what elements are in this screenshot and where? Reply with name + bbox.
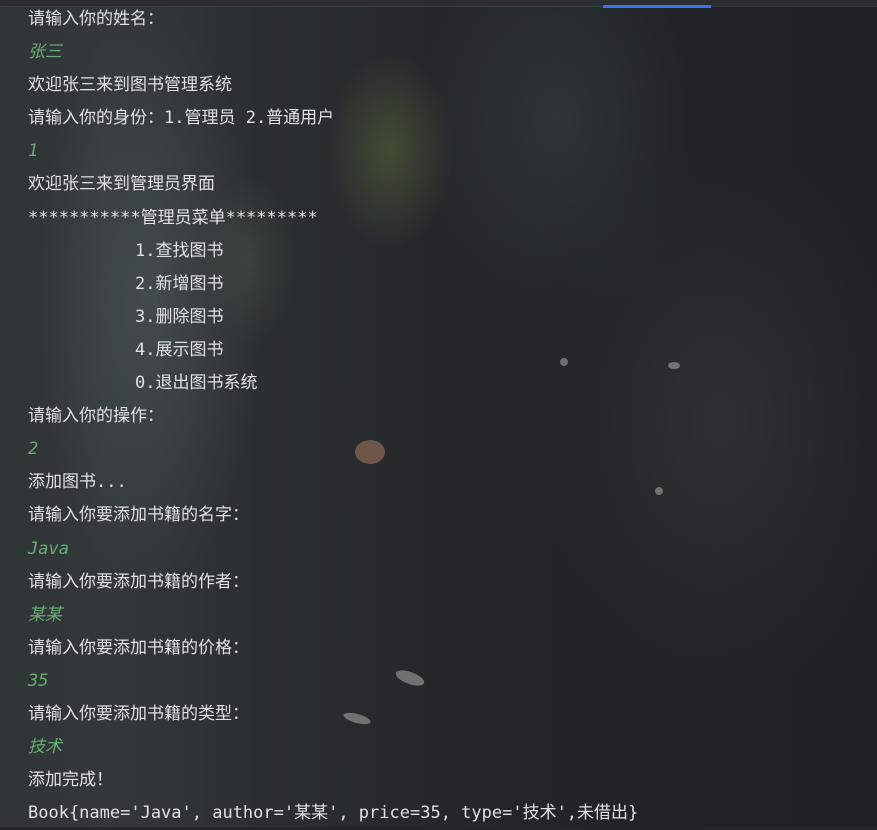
console-line-prompt-operation: 请输入你的操作：: [28, 406, 164, 427]
console-line-user-input: 技术: [28, 737, 62, 758]
console-line-complete: 添加完成！: [28, 770, 113, 791]
console-line-menu-header: ***********管理员菜单*********: [28, 207, 318, 228]
console-line-user-input: 某某: [28, 604, 62, 625]
run-console-output[interactable]: 请输入你的姓名： 张三 欢迎张三来到图书管理系统 请输入你的身份：1.管理员 2…: [28, 3, 877, 830]
console-line-user-input: Java: [28, 538, 69, 559]
console-line-prompt-name: 请输入你的姓名：: [28, 9, 164, 29]
console-line-prompt-role: 请输入你的身份：1.管理员 2.普通用户: [28, 108, 335, 129]
console-line-user-input: 35: [28, 670, 49, 691]
console-line-prompt-book-price: 请输入你要添加书籍的价格：: [28, 637, 249, 658]
console-line-menu-item: 4.展示图书: [135, 339, 224, 360]
console-line-menu-item: 1.查找图书: [135, 240, 224, 261]
console-line-user-input: 张三: [28, 42, 62, 63]
console-line-user-input: 2: [28, 439, 39, 460]
console-line-menu-item: 0.退出图书系统: [135, 373, 258, 394]
console-line-menu-item: 3.删除图书: [135, 306, 224, 327]
console-line-status: 添加图书...: [28, 472, 127, 493]
console-line-prompt-book-author: 请输入你要添加书籍的作者：: [28, 571, 249, 592]
console-line-welcome-admin: 欢迎张三来到管理员界面: [28, 174, 215, 195]
console-line-menu-item: 2.新增图书: [135, 273, 224, 294]
console-line-welcome: 欢迎张三来到图书管理系统: [28, 75, 232, 96]
console-line-book-record: Book{name='Java', author='某某', price=35,…: [28, 803, 639, 824]
console-line-prompt-book-name: 请输入你要添加书籍的名字：: [28, 505, 249, 526]
console-line-user-input: 1: [28, 141, 39, 162]
console-line-prompt-book-type: 请输入你要添加书籍的类型：: [28, 703, 249, 724]
